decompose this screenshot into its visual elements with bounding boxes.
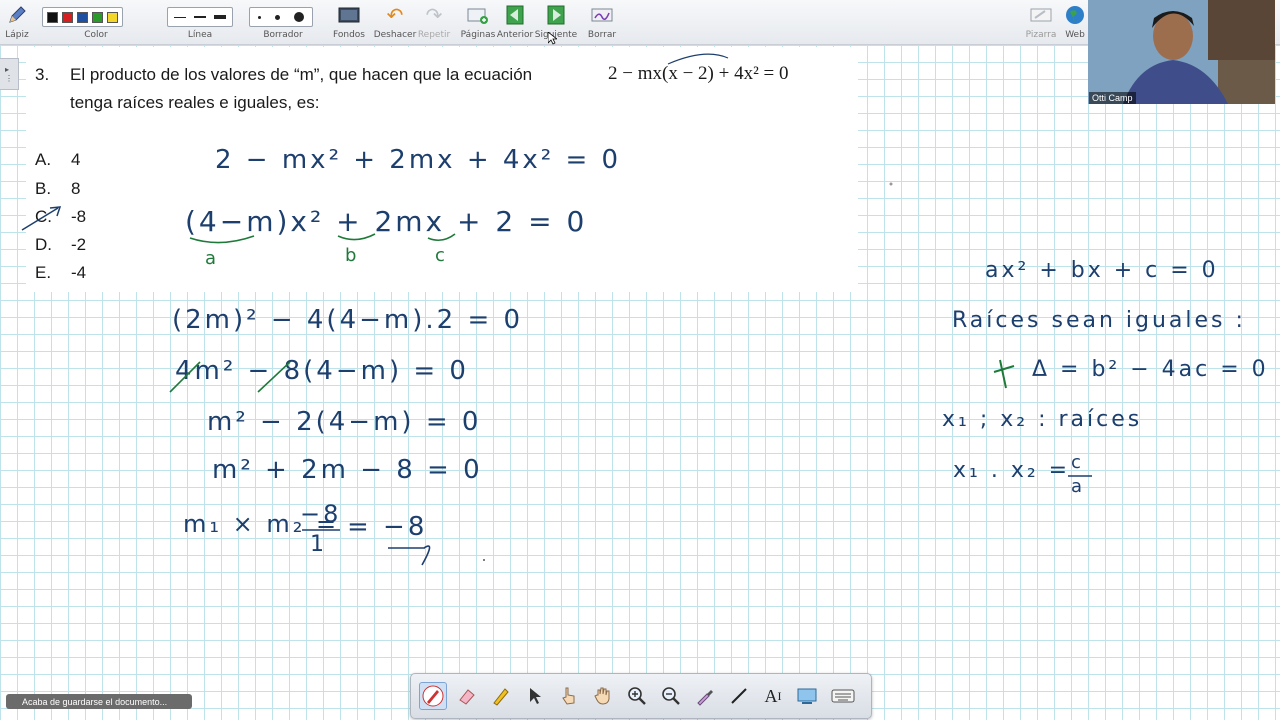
ink-brace-a — [189, 235, 255, 244]
ink-strike-4 — [169, 361, 201, 393]
webcam-name-label: Otti Camp — [1089, 92, 1136, 104]
ink-green-mark-delta — [993, 359, 1015, 389]
ink-strike-8 — [257, 361, 291, 393]
pan-hand-icon[interactable] — [589, 682, 617, 710]
ink-brace-b — [337, 233, 376, 241]
highlighter-eraser-icon[interactable] — [453, 682, 481, 710]
text-tool-icon[interactable]: AI — [759, 682, 787, 710]
ink-brace-c — [427, 233, 456, 242]
pointer-icon[interactable] — [521, 682, 549, 710]
bottom-toolbar: AI — [410, 673, 872, 719]
marker-icon[interactable] — [487, 682, 515, 710]
hand-pointer-icon[interactable] — [555, 682, 583, 710]
status-toast-text: Acaba de guardarse el documento... — [22, 696, 168, 707]
status-toast: Acaba de guardarse el documento... — [6, 694, 192, 709]
ink-underline-result — [388, 545, 431, 566]
zoom-out-icon[interactable] — [657, 682, 685, 710]
ink-dot — [889, 182, 893, 186]
zoom-in-icon[interactable] — [623, 682, 651, 710]
ink-arc-over-equation — [667, 53, 729, 65]
webcam-feed — [1088, 0, 1275, 104]
ink-option-c-mark — [21, 206, 62, 231]
ink-strokes — [21, 53, 1092, 566]
ink-dot — [483, 559, 485, 561]
screen-capture-icon[interactable] — [793, 682, 821, 710]
presenter-video-icon — [1088, 0, 1275, 104]
pen-tool-icon[interactable] — [419, 682, 447, 710]
pipette-icon[interactable] — [691, 682, 719, 710]
line-tool-icon[interactable] — [725, 682, 753, 710]
keyboard-icon[interactable] — [829, 682, 857, 710]
